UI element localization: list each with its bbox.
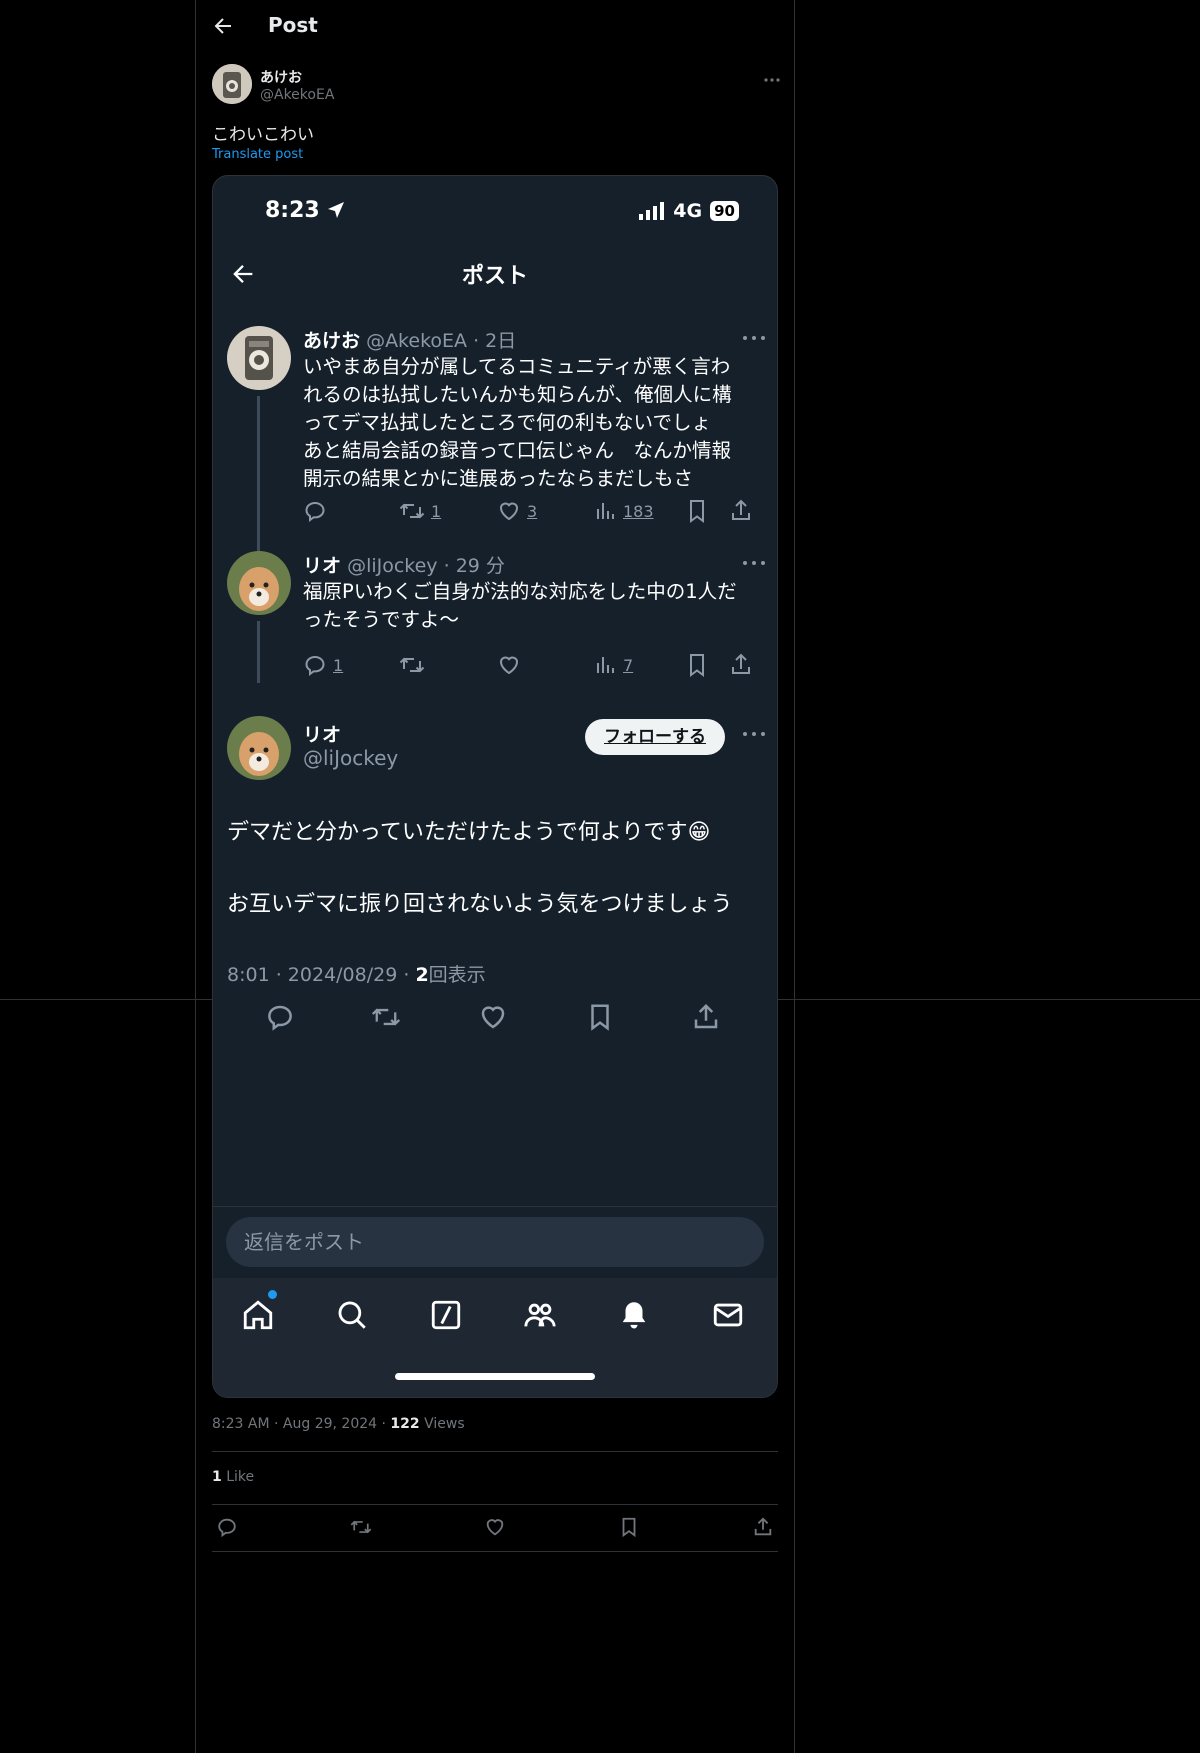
more-options-icon — [743, 561, 765, 565]
follow-button: フォローする — [585, 719, 725, 755]
author-name[interactable]: あけお — [260, 67, 302, 87]
thread-line — [257, 396, 260, 556]
top-bar: Post — [195, 0, 795, 54]
page-title: Post — [268, 13, 318, 37]
reply-action — [303, 497, 327, 525]
bottom-nav — [213, 1278, 777, 1397]
divider — [212, 1504, 778, 1505]
retweet-action — [399, 651, 425, 679]
reply-icon — [268, 1005, 292, 1031]
more-options-icon[interactable] — [762, 70, 782, 90]
like-action — [497, 651, 521, 679]
post-actions — [212, 1516, 778, 1540]
status-icons: 4G 90 — [639, 200, 739, 222]
home-icon — [243, 1300, 273, 1330]
tweet-actions: 1 3 183 — [303, 497, 767, 525]
share-icon[interactable] — [752, 1516, 774, 1538]
thread-tweet: リオ @liJockey · 29 分 福原Pいわくご自身が法的な対応をした中の… — [227, 551, 767, 683]
views-action: 183 — [593, 497, 654, 525]
tweet-actions: 1 7 — [303, 651, 767, 679]
tweet-text: 福原Pいわくご自身が法的な対応をした中の1人だ ったそうですよ〜 — [303, 580, 737, 631]
retweet-icon[interactable] — [350, 1516, 372, 1538]
divider — [212, 1551, 778, 1552]
more-options-icon — [743, 336, 765, 340]
tweet-header: あけお @AkekoEA · 2日 — [303, 330, 517, 352]
share-icon — [732, 499, 750, 520]
main-tweet-line2: お互いデマに振り回されないよう気をつけましょう — [227, 892, 733, 917]
bookmark-icon[interactable] — [618, 1516, 640, 1538]
share-icon — [732, 653, 750, 674]
post-author: あけお @AkekoEA — [212, 64, 782, 108]
network-label: 4G — [673, 200, 703, 222]
main-name: リオ — [303, 724, 342, 746]
attached-screenshot[interactable]: 8:23 4G 90 ポスト あけお @AkekoEA · 2日 いやまあ自分が… — [212, 175, 778, 1398]
thread-tweet: あけお @AkekoEA · 2日 いやまあ自分が属してるコミュニティが悪く言わ… — [227, 326, 767, 556]
screenshot-header: ポスト — [213, 254, 777, 294]
divider — [212, 1451, 778, 1452]
main-tweet-meta: 8:01 · 2024/08/29 · 2回表示 — [227, 964, 486, 986]
main-tweet-line1: デマだと分かっていただけたようで何よりです😁 — [227, 820, 711, 845]
avatar — [227, 551, 291, 615]
heart-icon — [499, 656, 519, 675]
views-count[interactable]: 122 — [390, 1416, 419, 1432]
search-icon — [338, 1301, 366, 1329]
reply-input: 返信をポスト — [226, 1217, 764, 1267]
views-action: 7 — [593, 651, 633, 679]
signal-icon — [639, 202, 665, 220]
bell-icon — [622, 1302, 646, 1329]
bookmark-icon — [690, 654, 704, 677]
translate-post-link[interactable]: Translate post — [212, 147, 303, 162]
more-options-icon — [743, 732, 765, 736]
main-tweet-actions — [213, 996, 777, 1040]
reply-icon — [305, 655, 325, 676]
bookmark-icon — [690, 500, 704, 523]
screenshot-title: ポスト — [461, 264, 528, 289]
reply-action: 1 — [303, 651, 343, 679]
analytics-icon — [597, 503, 614, 519]
divider — [213, 1206, 777, 1207]
author-handle[interactable]: @AkekoEA — [260, 87, 334, 103]
main-handle: @liJockey — [303, 746, 399, 770]
like-action: 3 — [497, 497, 537, 525]
notification-dot — [268, 1290, 277, 1299]
retweet-icon — [399, 503, 425, 519]
retweet-icon — [399, 657, 425, 673]
location-arrow-icon — [328, 202, 345, 218]
battery-level: 90 — [710, 201, 739, 221]
avatar[interactable] — [212, 64, 252, 104]
heart-icon — [499, 502, 519, 521]
communities-icon — [524, 1303, 556, 1327]
avatar — [227, 716, 291, 780]
status-time: 8:23 — [265, 198, 345, 223]
reply-icon[interactable] — [216, 1516, 238, 1538]
tweet-text: いやまあ自分が属してるコミュニティが悪く言わ れるのは払拭したいんかも知らんが、… — [303, 355, 732, 490]
post-meta: 8:23 AM · Aug 29, 2024 · 122 Views — [212, 1416, 465, 1432]
likes-summary[interactable]: 1 Like — [212, 1469, 254, 1485]
heart-icon — [481, 1006, 505, 1029]
share-icon — [694, 1003, 718, 1029]
analytics-icon — [597, 657, 614, 673]
tweet-header: リオ @liJockey · 29 分 — [303, 555, 505, 577]
bookmark-icon — [591, 1004, 609, 1031]
post-text: こわいこわい — [212, 125, 314, 145]
mail-icon — [713, 1303, 743, 1327]
retweet-action: 1 — [399, 497, 441, 525]
back-arrow-icon[interactable] — [211, 14, 235, 38]
avatar — [227, 326, 291, 390]
thread-line — [257, 621, 260, 683]
home-indicator — [395, 1373, 595, 1380]
heart-icon[interactable] — [484, 1516, 506, 1538]
retweet-icon — [371, 1008, 401, 1026]
grok-icon — [431, 1300, 461, 1330]
reply-icon — [305, 501, 325, 522]
